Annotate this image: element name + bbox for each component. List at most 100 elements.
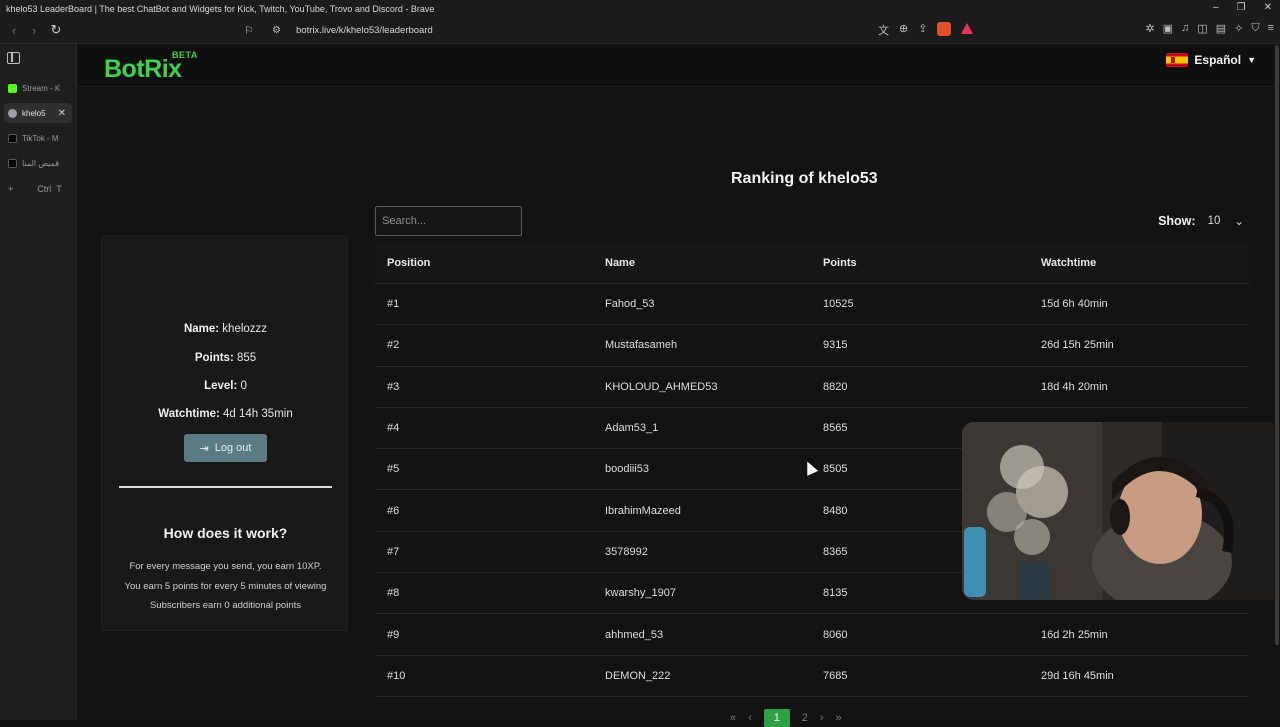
position-cell: #10	[387, 669, 406, 682]
url-text[interactable]: botrix.live/k/khelo53/leaderboard	[296, 25, 433, 36]
site-settings-icon[interactable]: ⚙	[272, 25, 286, 36]
back-icon[interactable]: ‹	[4, 23, 24, 38]
name-cell: KHOLOUD_AHMED53	[605, 380, 718, 393]
brave-shields-icon[interactable]	[937, 22, 952, 36]
scrollbar-thumb[interactable]	[1275, 45, 1279, 645]
column-header[interactable]: Watchtime	[1029, 257, 1247, 269]
vertical-tabs: Stream - K khelo5 ✕ TikTok - M قميص المن…	[0, 44, 77, 720]
beta-badge: BETA	[172, 50, 198, 60]
tab-label: Stream - K	[22, 83, 61, 93]
name-cell: ahhmed_53	[605, 628, 664, 641]
wallet-icon[interactable]: ▤	[1216, 22, 1226, 35]
tab-label: قميص المنا	[22, 158, 60, 168]
language-selector[interactable]: Español ▼	[1166, 53, 1256, 67]
position-cell: #9	[387, 628, 400, 641]
position-cell: #5	[387, 463, 400, 476]
tab-tiktok[interactable]: TikTok - M	[4, 128, 72, 148]
sidebar-panel-icon[interactable]: ◫	[1197, 22, 1207, 35]
tab-leaderboard[interactable]: khelo5 ✕	[4, 103, 72, 123]
table-row: #9 ahhmed_53 8060 16d 2h 25min	[375, 614, 1249, 656]
share-icon[interactable]: ⇪	[918, 22, 927, 38]
name-cell: DEMON_222	[605, 669, 671, 682]
leo-icon[interactable]: ✧	[1234, 22, 1243, 35]
page-scrollbar[interactable]	[1274, 45, 1280, 720]
pagination: « ‹ 1 2 › »	[730, 709, 842, 727]
name-cell: IbrahimMazeed	[605, 504, 681, 517]
show-entries: Show: 10 ⌄	[1158, 212, 1248, 230]
forward-icon[interactable]: ›	[24, 23, 44, 38]
store-icon	[8, 158, 17, 168]
extensions-icon[interactable]: ✲	[1145, 22, 1154, 35]
vpn-icon[interactable]: ⛉	[1251, 22, 1259, 35]
watchtime-cell: 29d 16h 45min	[1041, 669, 1114, 682]
window-controls: – ❐ ✕	[1213, 2, 1272, 13]
botrix-logo[interactable]: BotRix BETA	[104, 50, 197, 84]
tab-label: TikTok - M	[22, 133, 59, 143]
name-cell: 3578992	[605, 545, 648, 558]
tab-stream[interactable]: Stream - K	[4, 78, 72, 98]
last-page-icon[interactable]: »	[836, 712, 842, 724]
new-tab-button[interactable]: + Ctrl T	[8, 184, 62, 194]
kick-icon	[8, 83, 17, 93]
column-header[interactable]: Name	[593, 257, 811, 269]
window-title-bar: khelo53 LeaderBoard | The best ChatBot a…	[0, 0, 1280, 17]
name-cell: Mustafasameh	[605, 339, 678, 352]
name-cell: boodiii53	[605, 463, 650, 476]
show-label: Show:	[1158, 214, 1196, 228]
prev-page-icon[interactable]: ‹	[748, 712, 752, 724]
name-cell: Adam53_1	[605, 422, 659, 435]
tab-shirt[interactable]: قميص المنا	[4, 153, 72, 173]
points-cell: 8820	[823, 380, 848, 393]
position-cell: #8	[387, 587, 400, 600]
profile-points: Points: 855	[194, 352, 257, 364]
profile-level: Level: 0	[204, 380, 247, 392]
points-cell: 10525	[823, 298, 854, 311]
translate-icon[interactable]: 文	[878, 22, 889, 38]
plus-icon: +	[8, 184, 14, 194]
points-cell: 8060	[823, 628, 848, 641]
restore-icon[interactable]: ❐	[1237, 2, 1246, 13]
site-header: BotRix BETA Español ▼	[78, 45, 1280, 87]
user-card: Name: khelozzz Points: 855 Level: 0 Watc…	[101, 235, 348, 631]
position-cell: #1	[387, 298, 400, 311]
close-window-icon[interactable]: ✕	[1264, 2, 1272, 13]
close-tab-icon[interactable]: ✕	[58, 108, 66, 119]
extensions-area: ✲ ▣ ♫ ◫ ▤ ✧ ⛉ ≡	[1145, 22, 1274, 35]
profile-name: Name: khelozzz	[183, 323, 268, 335]
column-header[interactable]: Points	[811, 257, 1029, 269]
how-line: You earn 5 points for every 5 minutes of…	[124, 581, 327, 592]
position-cell: #4	[387, 422, 400, 435]
page-next-number[interactable]: 2	[802, 712, 808, 724]
window-title: khelo53 LeaderBoard | The best ChatBot a…	[6, 3, 435, 14]
name-cell: Fahod_53	[605, 298, 655, 311]
chevron-down-icon: ▼	[1247, 55, 1256, 65]
media-icon[interactable]: ♫	[1181, 22, 1189, 35]
menu-icon[interactable]: ≡	[1268, 22, 1274, 35]
first-page-icon[interactable]: «	[730, 712, 736, 724]
screenshot-icon[interactable]: ▣	[1163, 22, 1173, 35]
points-cell: 7685	[823, 669, 848, 682]
search-input[interactable]	[375, 206, 522, 236]
watchtime-cell: 16d 2h 25min	[1041, 628, 1108, 641]
next-page-icon[interactable]: ›	[820, 712, 824, 724]
spain-flag-icon	[1166, 53, 1189, 67]
brave-rewards-icon[interactable]	[961, 23, 974, 34]
table-row: #10 DEMON_222 7685 29d 16h 45min	[375, 656, 1249, 697]
webcam-overlay	[962, 422, 1280, 600]
logout-icon: ⇥	[199, 442, 209, 455]
column-header[interactable]: Position	[375, 257, 593, 269]
bookmark-icon[interactable]: ⚐	[244, 24, 258, 37]
minimize-icon[interactable]: –	[1213, 2, 1219, 13]
watchtime-cell: 26d 15h 25min	[1041, 339, 1114, 352]
sidebar-toggle-icon[interactable]	[7, 52, 20, 64]
page-current[interactable]: 1	[763, 709, 790, 727]
name-cell: kwarshy_1907	[605, 587, 676, 600]
table-row: #2 Mustafasameh 9315 26d 15h 25min	[375, 325, 1249, 367]
reload-icon[interactable]: ↻	[46, 22, 66, 38]
shortcut-hint: Ctrl T	[37, 184, 62, 194]
zoom-icon[interactable]: ⊕	[899, 22, 908, 38]
logout-button[interactable]: ⇥ Log out	[184, 434, 267, 462]
how-line: Subscribers earn 0 additional points	[149, 600, 302, 611]
tiktok-icon	[8, 133, 17, 143]
show-select[interactable]: 10 ⌄	[1204, 212, 1248, 230]
